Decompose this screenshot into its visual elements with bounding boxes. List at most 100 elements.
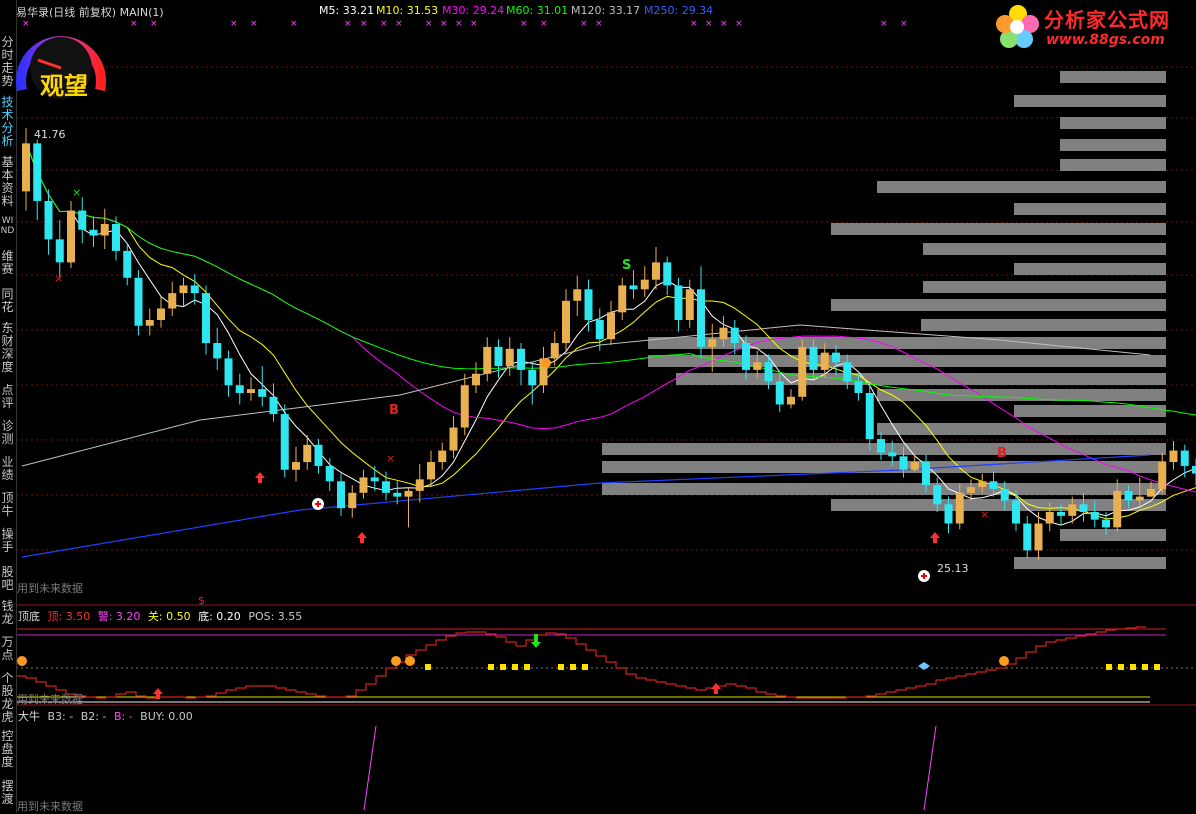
- candle-5: [78, 197, 87, 244]
- green-x-mark: ×: [72, 186, 81, 199]
- candle-body-97: [1113, 490, 1122, 528]
- candle-60: [697, 266, 705, 359]
- sidebar-item-12[interactable]: 股吧: [0, 566, 15, 592]
- sidebar-item-10[interactable]: 顶牛: [0, 492, 15, 518]
- top-x-mark-1: ×: [130, 19, 138, 29]
- top-x-mark-22: ×: [880, 19, 888, 29]
- candle-103: [1180, 444, 1189, 478]
- panel2-future-note: 用到未来数据: [17, 693, 83, 706]
- panel2-close: 关: 0.50: [147, 610, 191, 623]
- candle-body-22: [269, 396, 278, 415]
- high-price-label: 41.76: [34, 128, 66, 141]
- sidebar-item-1[interactable]: 技术分析: [0, 96, 15, 148]
- panel2-fruit-icon-2: [405, 656, 415, 666]
- candle-body-11: [145, 320, 154, 326]
- sidebar-item-13[interactable]: 钱龙: [0, 600, 15, 626]
- sidebar-item-6[interactable]: 东财深度: [0, 322, 15, 374]
- panel2-diamond-icon: [918, 662, 930, 670]
- sidebar-item-9[interactable]: 业绩: [0, 456, 15, 482]
- top-x-mark-20: ×: [720, 19, 728, 29]
- sidebar-item-0[interactable]: 分时走势: [0, 36, 15, 88]
- candle-body-57: [663, 262, 672, 286]
- top-x-mark-8: ×: [380, 19, 388, 29]
- panel2-yellow-mark-3: [512, 664, 518, 670]
- candle-body-48: [562, 300, 570, 344]
- candle-body-43: [505, 348, 514, 367]
- top-x-mark-16: ×: [580, 19, 588, 29]
- candle-9: [123, 243, 132, 286]
- candle-body-103: [1180, 450, 1189, 466]
- sell-signal-s: S: [622, 258, 632, 273]
- candle-body-86: [989, 481, 998, 489]
- candle-body-18: [224, 358, 233, 386]
- volume-bar-18: [877, 423, 1166, 435]
- candle-29: [348, 485, 357, 518]
- sidebar-item-3[interactable]: WI ND: [0, 216, 15, 236]
- candle-body-73: [843, 362, 852, 382]
- up-arrow-icon-1: [357, 532, 367, 543]
- sidebar-item-15[interactable]: 个股龙虎: [0, 672, 15, 724]
- candle-6: [89, 216, 98, 248]
- candle-body-40: [472, 373, 480, 386]
- candle-22: [269, 383, 278, 422]
- top-x-mark-15: ×: [540, 19, 548, 29]
- candle-body-9: [123, 250, 132, 278]
- candle-12: [157, 296, 165, 328]
- top-x-mark-6: ×: [344, 19, 352, 29]
- sidebar: 分时走势技术分析基本资料 WI ND 维赛同花东财深度点评诊测业绩顶牛操手股吧钱龙万…: [0, 0, 17, 813]
- panel3-name[interactable]: 大牛: [18, 710, 40, 723]
- candle-body-19: [235, 385, 244, 393]
- candle-body-4: [67, 210, 75, 263]
- candle-body-7: [100, 224, 109, 236]
- candle-104: [1192, 458, 1196, 486]
- volume-bar-7: [831, 223, 1166, 235]
- sidebar-item-7[interactable]: 点评: [0, 384, 15, 410]
- candle-56: [652, 247, 660, 290]
- sidebar-item-17[interactable]: 摆渡: [0, 780, 15, 806]
- top-x-mark-9: ×: [395, 19, 403, 29]
- candle-body-89: [1023, 523, 1032, 551]
- candle-68: [787, 389, 795, 409]
- dollar-signal: $: [198, 594, 205, 607]
- sidebar-item-16[interactable]: 控盘度: [0, 730, 15, 769]
- sidebar-item-11[interactable]: 操手: [0, 528, 15, 554]
- volume-bar-0: [1060, 71, 1166, 83]
- top-x-mark-23: ×: [900, 19, 908, 29]
- candle-body-96: [1102, 519, 1110, 528]
- candle-28: [337, 473, 345, 516]
- candle-20: [247, 377, 255, 401]
- candle-body-49: [573, 289, 582, 301]
- buy-signal-b: B: [389, 403, 399, 418]
- panel3-b2: B2: -: [80, 710, 107, 723]
- volume-bar-12: [921, 319, 1166, 331]
- candle-body-72: [832, 352, 840, 363]
- sidebar-item-2[interactable]: 基本资料: [0, 156, 15, 208]
- candle-69: [798, 339, 807, 401]
- volume-bar-8: [923, 243, 1166, 255]
- candle-52: [607, 300, 615, 345]
- top-x-mark-3: ×: [230, 19, 238, 29]
- candle-body-53: [618, 285, 627, 313]
- panel2-pos-line: [16, 626, 1146, 699]
- up-arrow-icon-0: [255, 472, 265, 483]
- candle-body-6: [89, 229, 98, 236]
- candle-53: [618, 277, 627, 320]
- panel2-name[interactable]: 顶底: [18, 610, 40, 623]
- candle-19: [235, 373, 244, 405]
- low-price-label: 25.13: [937, 562, 969, 575]
- candle-57: [663, 256, 672, 296]
- candle-body-15: [190, 285, 199, 294]
- sidebar-item-14[interactable]: 万点: [0, 636, 15, 662]
- candle-body-45: [528, 369, 537, 386]
- candle-35: [415, 464, 424, 503]
- sidebar-item-5[interactable]: 同花: [0, 288, 15, 314]
- logo-url[interactable]: www.88gs.com: [1046, 32, 1165, 48]
- sidebar-item-8[interactable]: 诊测: [0, 420, 15, 446]
- sidebar-item-4[interactable]: 维赛: [0, 250, 15, 276]
- panel2-yellow-mark-12: [1154, 664, 1160, 670]
- candle-body-14: [179, 285, 188, 294]
- candle-body-62: [719, 327, 728, 340]
- kline-chart[interactable]: × × × × × × × × × × × × × × × × × × × × × × × ×××××: [0, 0, 1196, 813]
- candle-10: [134, 270, 143, 336]
- red-x-mark-2: ×: [980, 508, 989, 521]
